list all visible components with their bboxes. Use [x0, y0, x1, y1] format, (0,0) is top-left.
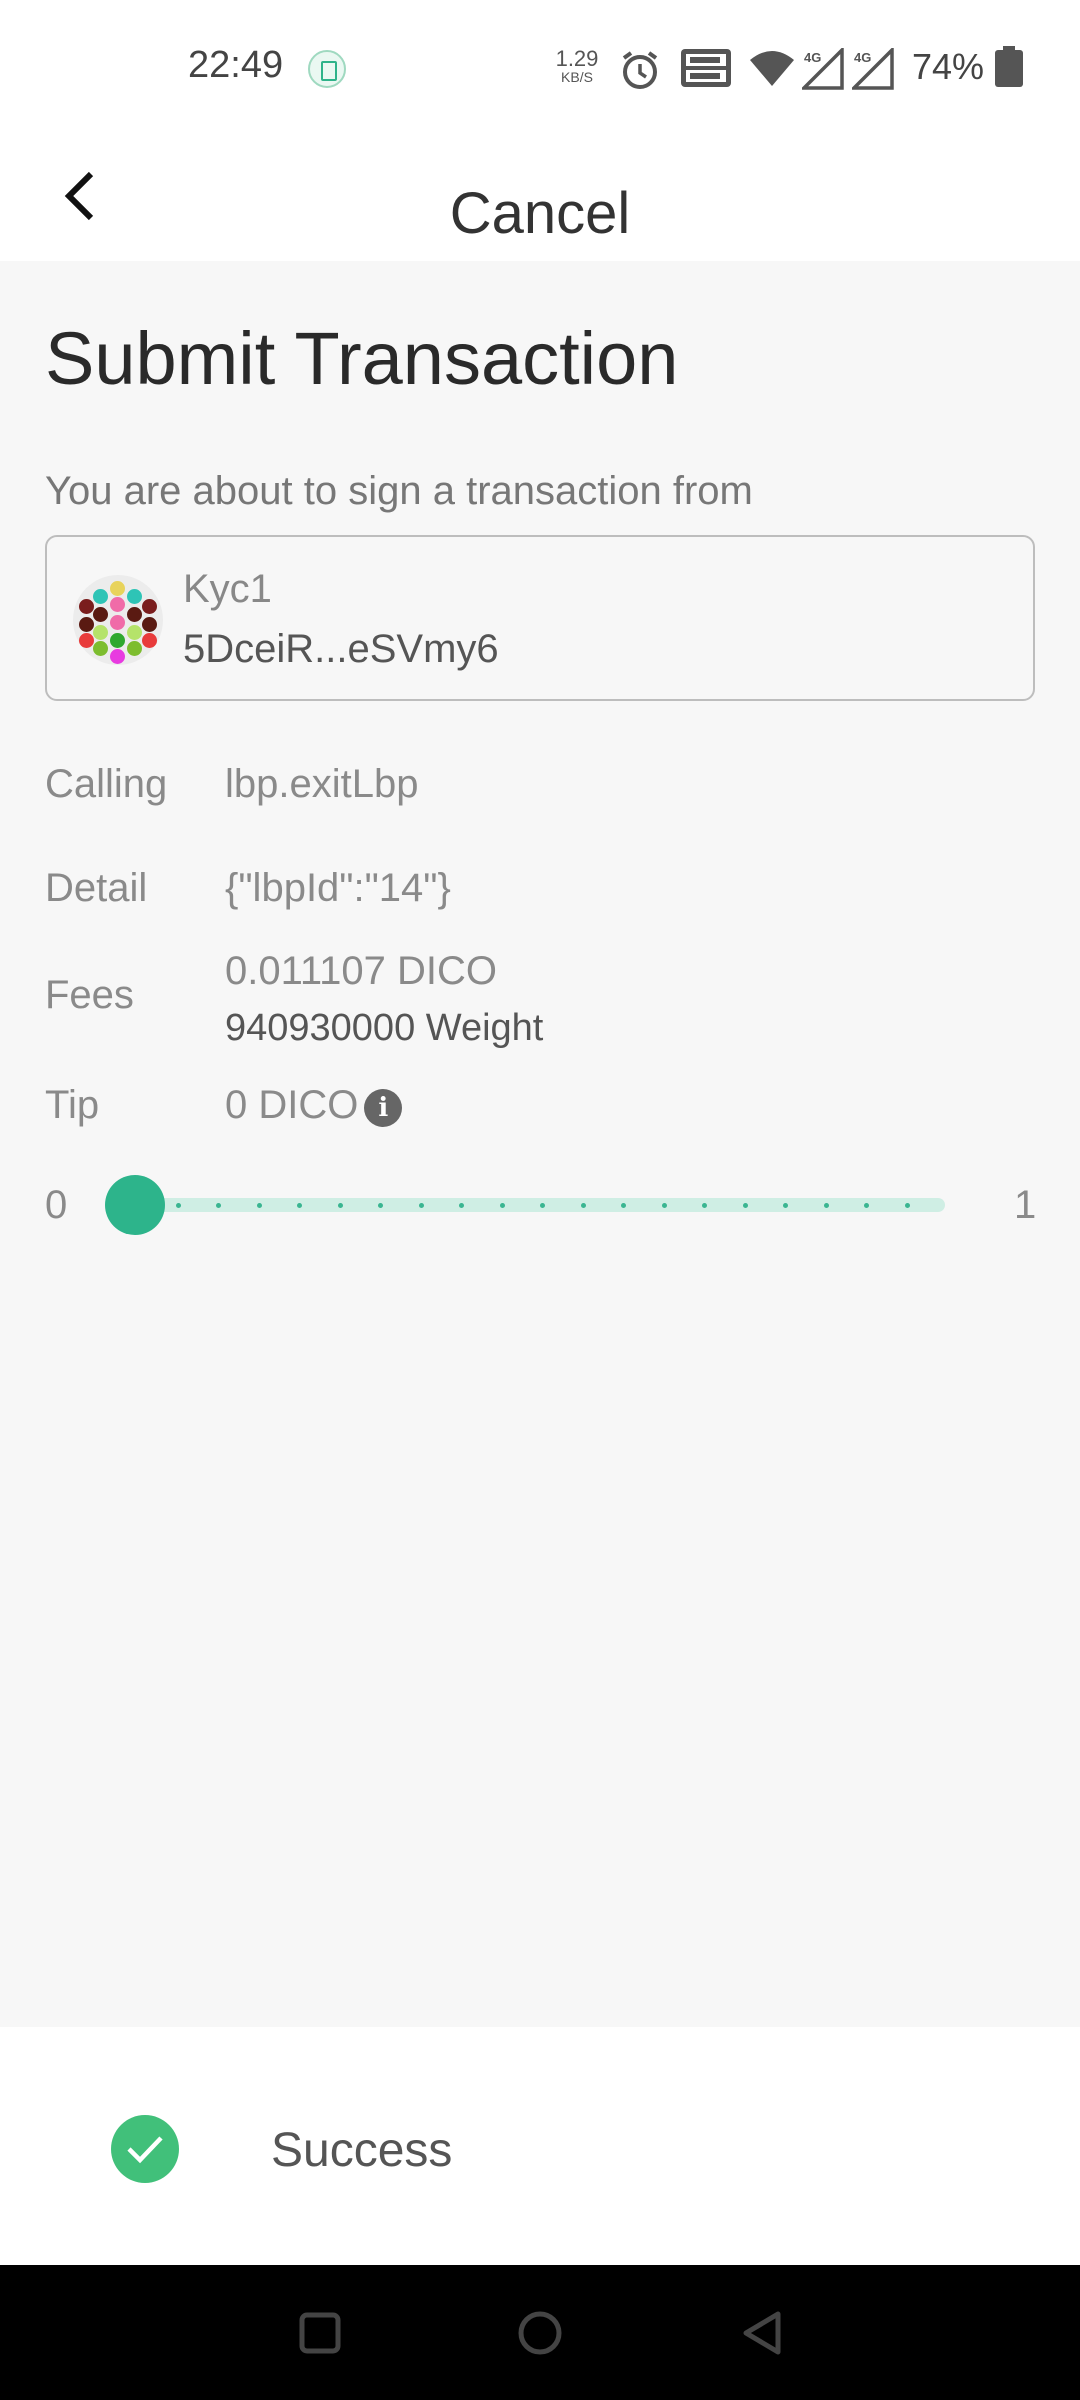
calling-label: Calling — [45, 762, 168, 806]
account-name: Kyc1 — [183, 567, 272, 611]
success-toast: Success — [0, 2027, 1080, 2265]
tip-value-row: 0 DICO i — [225, 1083, 403, 1128]
tip-slider-step-dot — [783, 1203, 788, 1208]
tip-slider-step-dot — [418, 1203, 424, 1208]
tip-slider-step-dot — [823, 1203, 829, 1208]
tip-slider-step-dot — [216, 1203, 221, 1208]
tip-slider-step-dot — [175, 1203, 181, 1208]
tip-slider-step-dot — [499, 1203, 505, 1208]
account-address: 5DceiR...eSVmy6 — [183, 627, 499, 671]
battery-percent: 74% — [912, 46, 985, 87]
home-circle-icon[interactable] — [510, 2303, 570, 2363]
signal-4g-icon: 4G — [849, 45, 896, 95]
sign-from-label: You are about to sign a transaction from — [45, 469, 753, 513]
page-title: Submit Transaction — [45, 317, 679, 400]
system-nav-bar — [0, 2265, 1080, 2400]
account-identicon — [73, 575, 163, 665]
tip-slider-step-dot — [864, 1203, 869, 1208]
tip-slider-step-dot — [661, 1203, 667, 1208]
tip-label: Tip — [45, 1083, 100, 1127]
tip-slider-max: 1 — [1014, 1183, 1037, 1227]
tip-value: 0 DICO — [225, 1083, 359, 1127]
info-icon[interactable]: i — [364, 1089, 403, 1127]
app-header: Cancel — [0, 130, 1080, 261]
back-triangle-icon[interactable] — [732, 2303, 792, 2363]
status-time: 22:49 — [188, 44, 284, 86]
network-speed-value: 1.29 — [555, 46, 599, 71]
weight-value: 940930000 Weight — [225, 1007, 544, 1049]
tip-slider-step-dot — [904, 1203, 910, 1208]
wifi-icon — [748, 48, 796, 93]
fees-value: 0.011107 DICO — [225, 949, 498, 993]
tip-slider-step-dot — [702, 1203, 707, 1208]
check-circle-icon — [111, 2115, 179, 2183]
volte-icon — [680, 48, 732, 93]
tip-slider-track[interactable] — [135, 1198, 945, 1212]
recents-square-icon[interactable] — [290, 2303, 350, 2363]
tip-slider-step-dot — [621, 1203, 626, 1208]
status-bar: 22:49 1.29 KB/S 4G 4G 74% — [0, 0, 1080, 130]
tip-slider-step-dot — [540, 1203, 545, 1208]
calling-value: lbp.exitLbp — [225, 762, 419, 806]
toast-message: Success — [271, 2124, 453, 2177]
battery-icon — [994, 46, 1024, 93]
network-speed-unit: KB/S — [561, 69, 593, 85]
tip-slider-step-dot — [459, 1203, 464, 1208]
tip-slider-step-dot — [256, 1203, 262, 1208]
transaction-panel: Submit Transaction You are about to sign… — [0, 261, 1080, 2027]
tip-slider-step-dot — [297, 1203, 302, 1208]
cancel-button[interactable]: Cancel — [0, 180, 1080, 247]
tip-slider-min: 0 — [45, 1183, 68, 1227]
app-notification-icon — [308, 50, 346, 88]
network-speed: 1.29 KB/S — [552, 46, 602, 85]
tip-slider-step-dot — [580, 1203, 586, 1208]
account-card: Kyc1 5DceiR...eSVmy6 — [45, 535, 1035, 701]
fees-label: Fees — [45, 973, 134, 1017]
tip-slider-step-dot — [742, 1203, 748, 1208]
tip-slider-step-dot — [337, 1203, 343, 1208]
tip-slider-step-dot — [378, 1203, 383, 1208]
detail-label: Detail — [45, 866, 148, 910]
tip-slider-thumb[interactable] — [105, 1175, 165, 1235]
svg-text:4G: 4G — [854, 50, 871, 65]
alarm-icon — [618, 48, 662, 97]
signal-4g-icon: 4G — [799, 45, 846, 95]
svg-text:4G: 4G — [804, 50, 821, 65]
detail-value: {"lbpId":"14"} — [225, 866, 451, 910]
